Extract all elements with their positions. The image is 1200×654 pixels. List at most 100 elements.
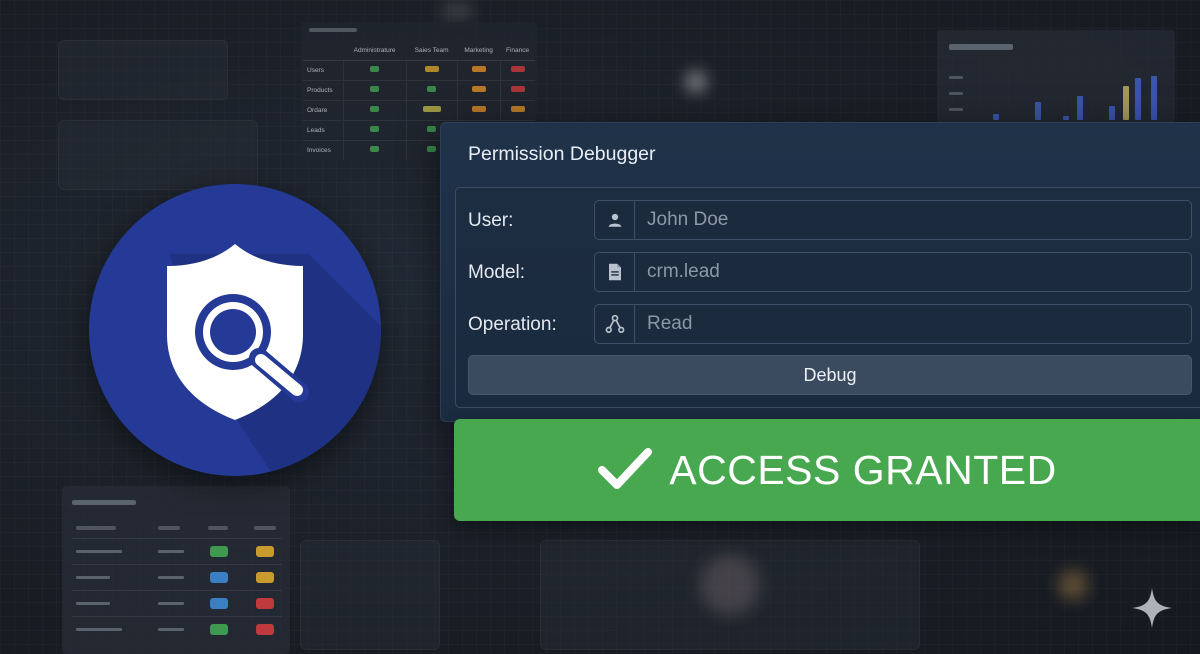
chart-bar: [1109, 106, 1115, 120]
model-value: crm.lead: [647, 261, 720, 282]
axis-tick-placeholder: [949, 76, 963, 79]
permission-pill: [510, 66, 525, 72]
table-divider: [72, 564, 282, 565]
permission-pill: [370, 66, 380, 72]
matrix-cell: [405, 99, 458, 120]
chart-bar: [1077, 96, 1083, 120]
permission-pill: [370, 86, 380, 92]
status-chip: [210, 624, 228, 635]
table-cell-placeholder: [76, 550, 122, 553]
chart-bar: [1123, 86, 1129, 120]
permission-pill: [370, 146, 380, 153]
axis-tick-placeholder: [949, 92, 963, 95]
status-chip: [210, 598, 228, 609]
logo-badge: [89, 184, 381, 476]
permission-pill: [424, 66, 439, 72]
document-icon: [595, 253, 635, 291]
user-field[interactable]: John Doe: [594, 200, 1192, 240]
matrix-cell: [499, 79, 535, 100]
hierarchy-icon: [595, 305, 635, 343]
background-panel: [58, 120, 258, 190]
matrix-column-header: Finance: [500, 42, 535, 61]
chart-bar: [1063, 116, 1069, 120]
background-panel: [58, 40, 228, 100]
matrix-row-label: Leads: [303, 119, 343, 140]
matrix-column-header: Marketing: [457, 42, 501, 61]
matrix-cell: [456, 99, 501, 120]
matrix-cell: [342, 99, 407, 120]
table-title-placeholder: [72, 500, 136, 505]
status-chip: [210, 572, 228, 583]
status-chip: [256, 546, 274, 557]
background-bar-chart: [937, 30, 1175, 126]
status-chip: [210, 546, 228, 557]
permission-pill: [370, 106, 380, 112]
matrix-column-header: Saies Team: [406, 42, 458, 61]
debug-form: User: John Doe Model: crm.lead Operation…: [455, 187, 1200, 408]
matrix-row-label: Invoices: [303, 139, 343, 160]
matrix-cell: [342, 139, 407, 160]
matrix-row: Users: [303, 59, 535, 80]
matrix-cell: [342, 59, 407, 80]
table-header-placeholder: [158, 526, 180, 530]
table-divider: [72, 538, 282, 539]
table-header-placeholder: [208, 526, 228, 530]
permission-debugger-panel: Permission Debugger User: John Doe Model…: [440, 122, 1200, 422]
permission-pill: [471, 106, 486, 112]
matrix-row: Products: [303, 79, 535, 100]
matrix-row: Ordare: [303, 99, 535, 120]
table-cell-placeholder: [76, 602, 110, 605]
chart-bar: [993, 114, 999, 120]
chart-title-placeholder: [949, 44, 1013, 50]
background-light: [440, 4, 474, 18]
matrix-cell: [456, 59, 501, 80]
matrix-row-label: Products: [303, 79, 343, 100]
permission-pill: [422, 106, 441, 112]
table-divider: [72, 590, 282, 591]
model-field[interactable]: crm.lead: [594, 252, 1192, 292]
permission-pill: [471, 86, 486, 92]
table-cell-placeholder: [158, 628, 184, 631]
access-result-text: ACCESS GRANTED: [669, 446, 1057, 493]
permission-pill: [427, 146, 437, 153]
permission-pill: [510, 86, 525, 92]
operation-value: Read: [647, 313, 693, 334]
shield-magnifier-icon: [167, 244, 381, 476]
user-value: John Doe: [647, 209, 729, 230]
matrix-corner: [303, 42, 343, 61]
table-cell-placeholder: [158, 550, 184, 553]
permission-pill: [510, 106, 525, 112]
checkmark-icon: [597, 446, 653, 496]
matrix-cell: [405, 79, 458, 100]
background-light: [1058, 570, 1088, 600]
table-cell-placeholder: [158, 602, 184, 605]
permission-pill: [370, 126, 380, 132]
axis-tick-placeholder: [949, 108, 963, 111]
status-chip: [256, 572, 274, 583]
access-granted-banner: ACCESS GRANTED: [454, 419, 1200, 521]
chart-bar: [1151, 76, 1157, 120]
background-light: [700, 555, 760, 615]
operation-label: Operation:: [468, 314, 557, 335]
matrix-cell: [456, 79, 501, 100]
matrix-title-placeholder: [309, 28, 357, 32]
panel-title: Permission Debugger: [468, 143, 656, 165]
matrix-cell: [342, 119, 407, 140]
permission-pill: [427, 126, 437, 132]
matrix-cell: [499, 99, 535, 120]
table-cell-placeholder: [76, 576, 110, 579]
chart-bar: [1035, 102, 1041, 120]
sparkle-icon: [1132, 588, 1172, 628]
background-light: [686, 72, 706, 92]
operation-field[interactable]: Read: [594, 304, 1192, 344]
status-chip: [256, 598, 274, 609]
background-table: [62, 486, 290, 654]
table-header-placeholder: [254, 526, 276, 530]
matrix-column-header: Administrature: [343, 42, 407, 61]
permission-pill: [427, 86, 437, 92]
table-cell-placeholder: [158, 576, 184, 579]
status-chip: [256, 624, 274, 635]
matrix-cell: [499, 59, 535, 80]
user-icon: [595, 201, 635, 239]
debug-button[interactable]: Debug: [468, 355, 1192, 395]
